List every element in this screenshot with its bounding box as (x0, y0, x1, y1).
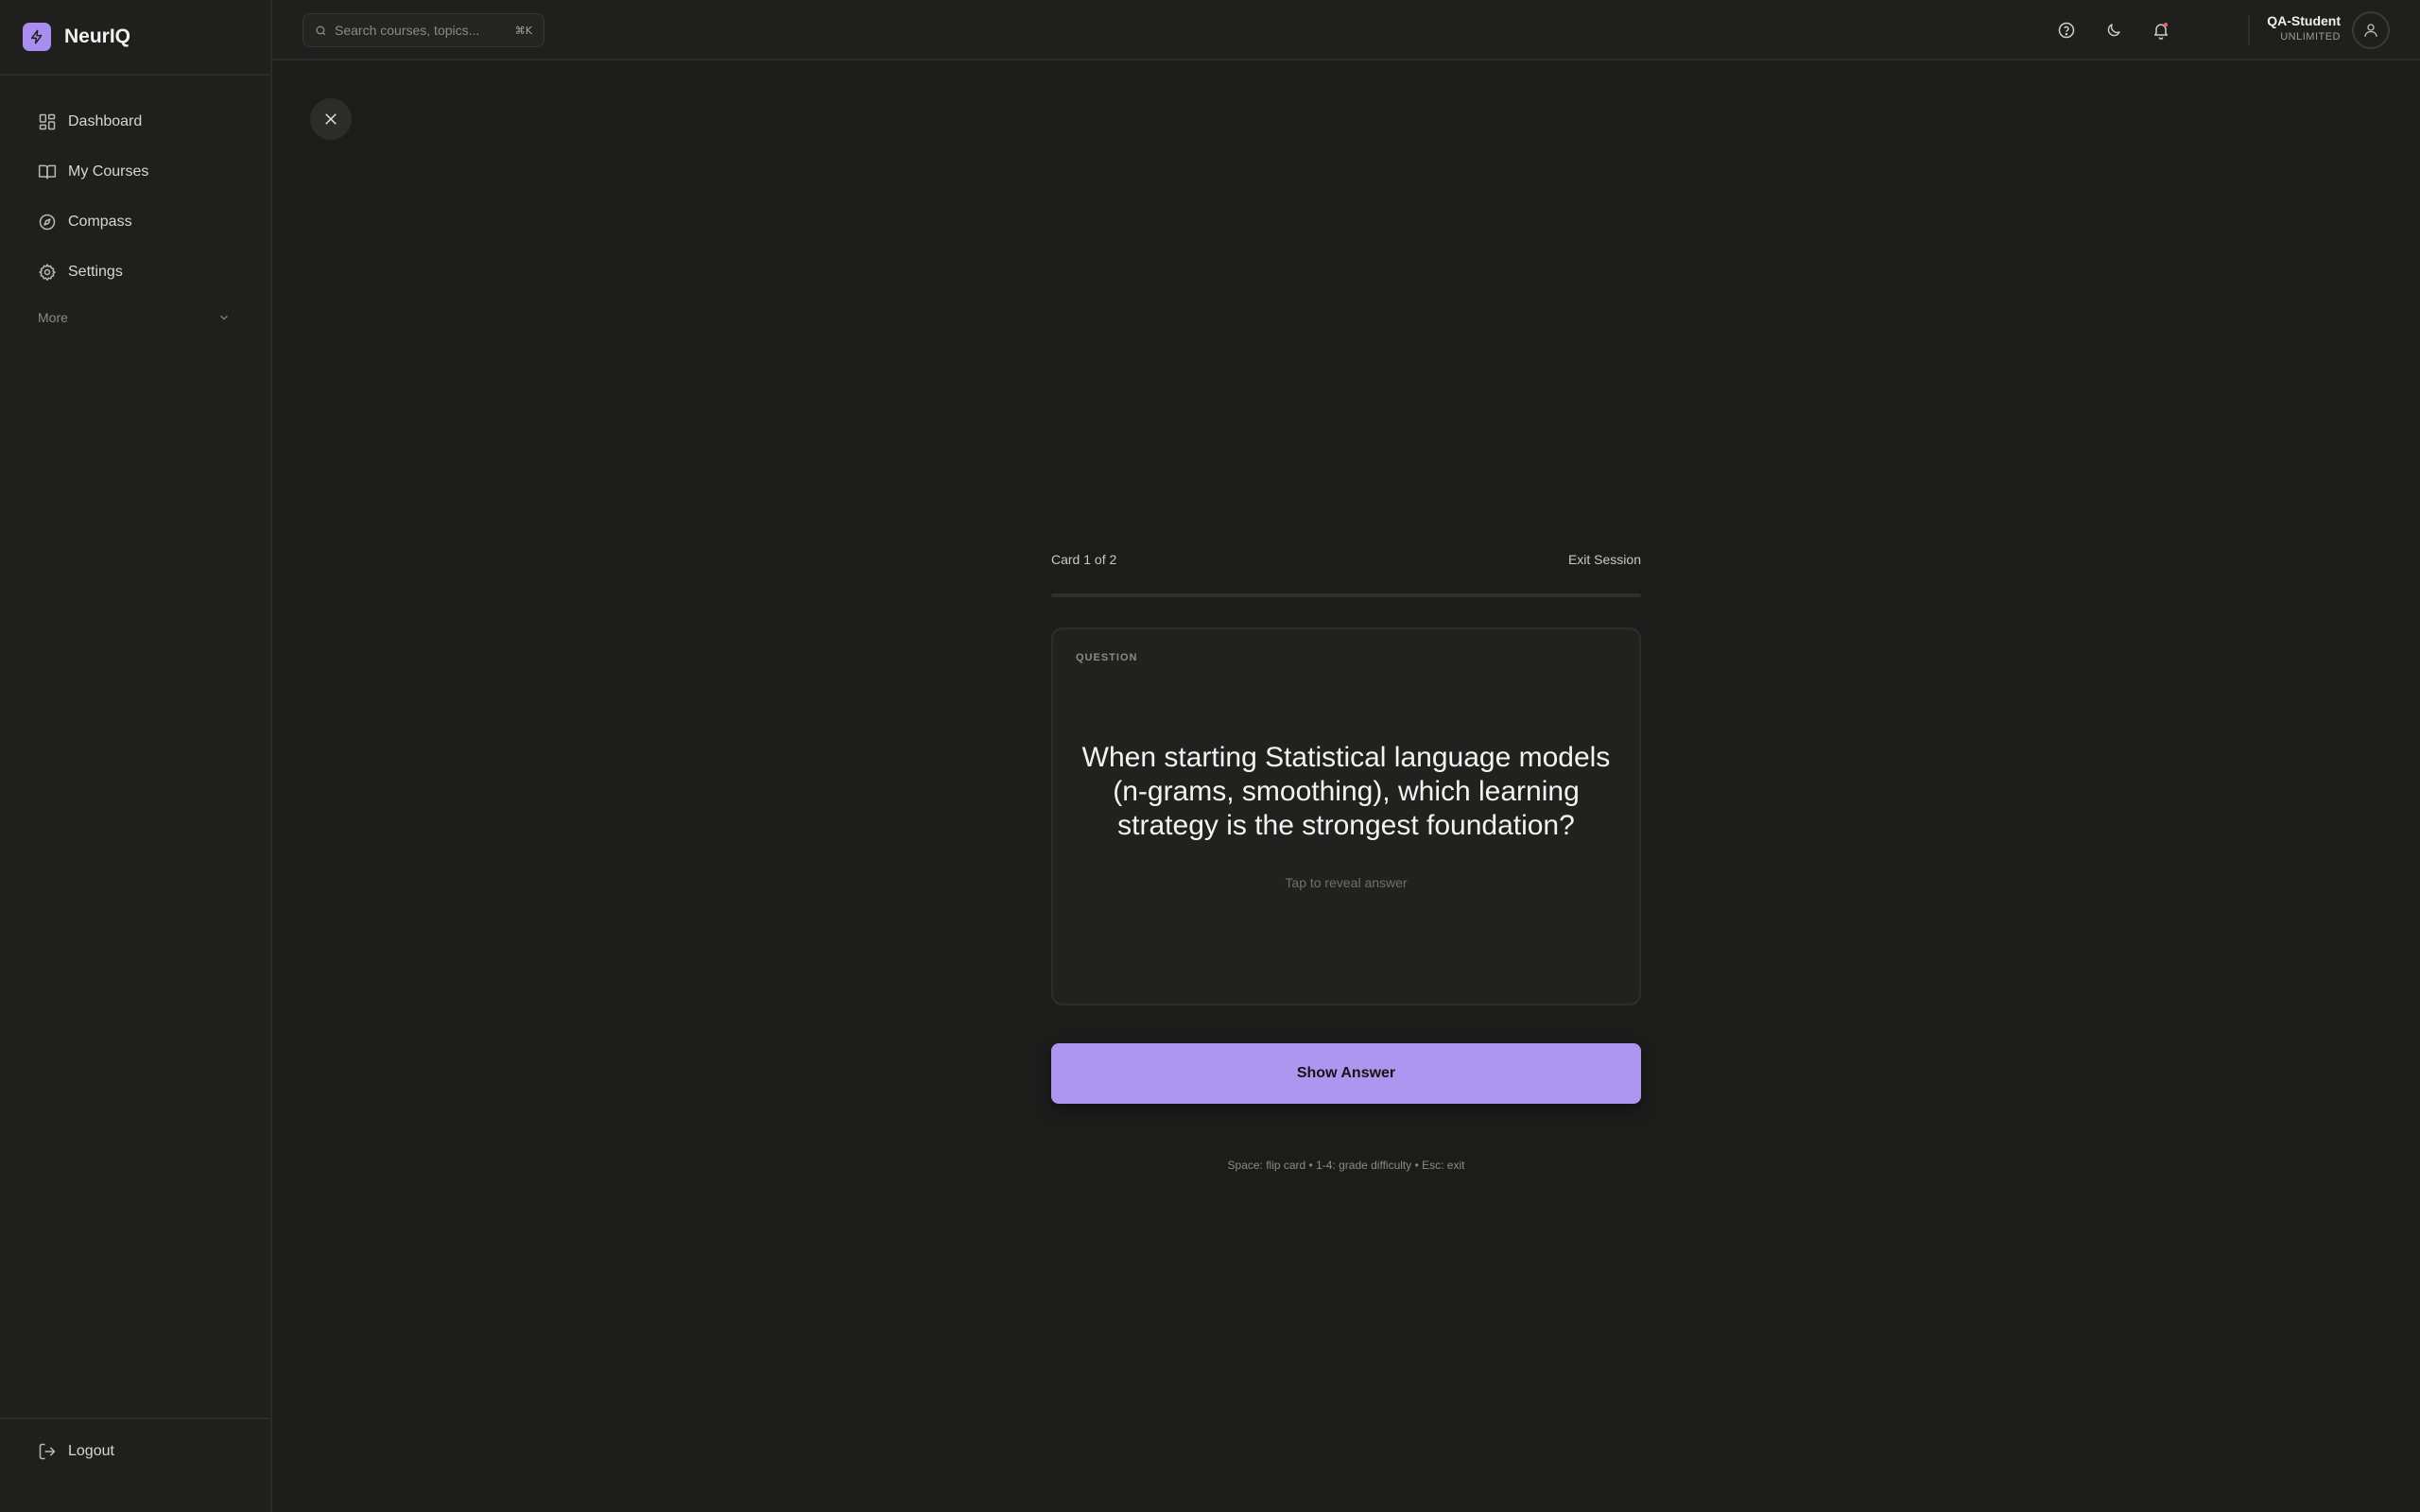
session-header: Card 1 of 2 Exit Session (1051, 548, 1641, 571)
search-shortcut-hint: ⌘K (514, 24, 532, 37)
keyboard-shortcuts-hint: Space: flip card • 1-4: grade difficulty… (1227, 1159, 1465, 1172)
help-button[interactable] (2051, 15, 2082, 45)
gear-icon (38, 263, 57, 282)
study-session: Card 1 of 2 Exit Session QUESTION When s… (1051, 548, 1641, 1172)
topbar: ⌘K QA-Student UNLIMITED (272, 0, 2420, 60)
question-text: When starting Statistical language model… (1081, 742, 1611, 841)
exit-session-link[interactable]: Exit Session (1568, 552, 1641, 567)
user-name: QA-Student (2267, 13, 2341, 28)
logout-label: Logout (68, 1443, 114, 1459)
brand[interactable]: NeurIQ (0, 0, 270, 76)
sidebar: NeurIQ Dashboard My Courses Compass Sett… (0, 0, 272, 1512)
more-label: More (38, 310, 68, 325)
topbar-actions (2051, 15, 2176, 45)
sidebar-item-label: Settings (68, 263, 123, 280)
logout-icon (38, 1442, 57, 1461)
user-info[interactable]: QA-Student UNLIMITED (2267, 13, 2341, 43)
show-answer-button[interactable]: Show Answer (1051, 1043, 1641, 1104)
bolt-logo-icon (23, 23, 51, 51)
book-icon (38, 163, 57, 181)
logout-button[interactable]: Logout (38, 1442, 114, 1461)
search-icon (315, 25, 327, 37)
close-session-button[interactable] (310, 98, 352, 140)
sidebar-item-settings[interactable]: Settings (0, 247, 270, 297)
session-progress-bar (1051, 593, 1641, 597)
theme-toggle-button[interactable] (2099, 15, 2129, 45)
close-icon (322, 111, 339, 128)
brand-name: NeurIQ (64, 26, 131, 47)
notifications-button[interactable] (2146, 15, 2176, 45)
chevron-down-icon (217, 311, 231, 324)
dashboard-grid-icon (38, 112, 57, 131)
sidebar-item-label: Compass (68, 213, 132, 230)
topbar-divider (2248, 15, 2250, 45)
user-icon (2362, 22, 2379, 39)
sidebar-more-toggle[interactable]: More (0, 297, 270, 338)
moon-icon (2105, 22, 2122, 39)
search-input[interactable] (335, 23, 515, 38)
help-circle-icon (2057, 21, 2076, 40)
sidebar-footer: Logout (0, 1418, 270, 1512)
bell-icon (2152, 21, 2170, 40)
reveal-hint: Tap to reveal answer (1285, 875, 1408, 890)
search-box[interactable]: ⌘K (302, 13, 544, 47)
sidebar-nav: Dashboard My Courses Compass Settings Mo… (0, 76, 270, 338)
card-side-label: QUESTION (1076, 652, 1138, 663)
compass-icon (38, 213, 57, 232)
sidebar-item-dashboard[interactable]: Dashboard (0, 96, 270, 146)
sidebar-item-label: Dashboard (68, 112, 143, 129)
sidebar-item-my-courses[interactable]: My Courses (0, 146, 270, 197)
sidebar-item-compass[interactable]: Compass (0, 197, 270, 247)
card-counter: Card 1 of 2 (1051, 552, 1117, 567)
flashcard[interactable]: QUESTION When starting Statistical langu… (1051, 627, 1641, 1005)
user-plan-badge: UNLIMITED (2280, 31, 2341, 43)
avatar[interactable] (2352, 11, 2390, 49)
sidebar-item-label: My Courses (68, 163, 149, 180)
